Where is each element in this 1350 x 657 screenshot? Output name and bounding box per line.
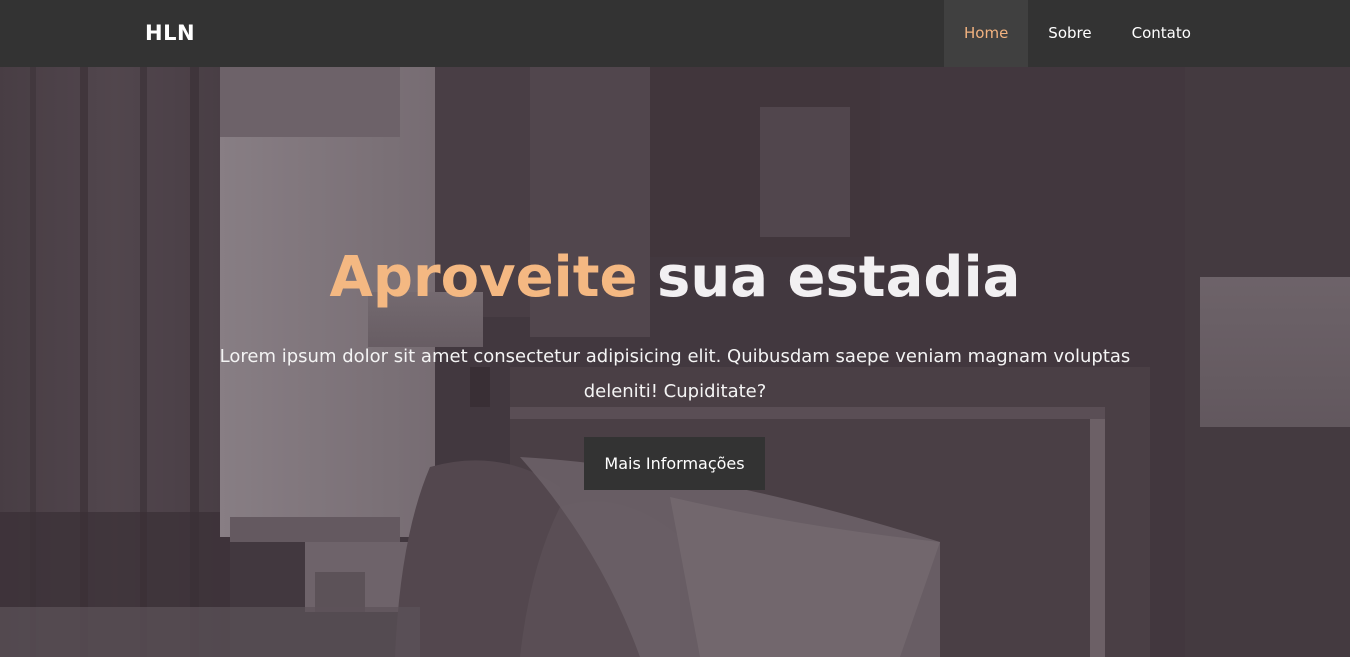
hero-title-accent: Aproveite	[329, 245, 638, 310]
hero-content: Aproveite sua estadia Lorem ipsum dolor …	[0, 67, 1350, 657]
hero-subtitle: Lorem ipsum dolor sit amet consectetur a…	[219, 346, 1131, 402]
nav-item-home[interactable]: Home	[944, 0, 1029, 67]
hero-title-rest: sua estadia	[657, 245, 1021, 310]
hero-title: Aproveite sua estadia	[0, 242, 1350, 314]
nav-item-sobre[interactable]: Sobre	[1028, 0, 1111, 67]
more-info-button[interactable]: Mais Informações	[584, 437, 765, 490]
main-nav: Home Sobre Contato	[944, 0, 1211, 67]
top-navbar: HLN Home Sobre Contato	[0, 0, 1350, 67]
nav-item-contato[interactable]: Contato	[1112, 0, 1211, 67]
hero-section: Aproveite sua estadia Lorem ipsum dolor …	[0, 67, 1350, 657]
brand-logo[interactable]: HLN	[145, 0, 195, 67]
